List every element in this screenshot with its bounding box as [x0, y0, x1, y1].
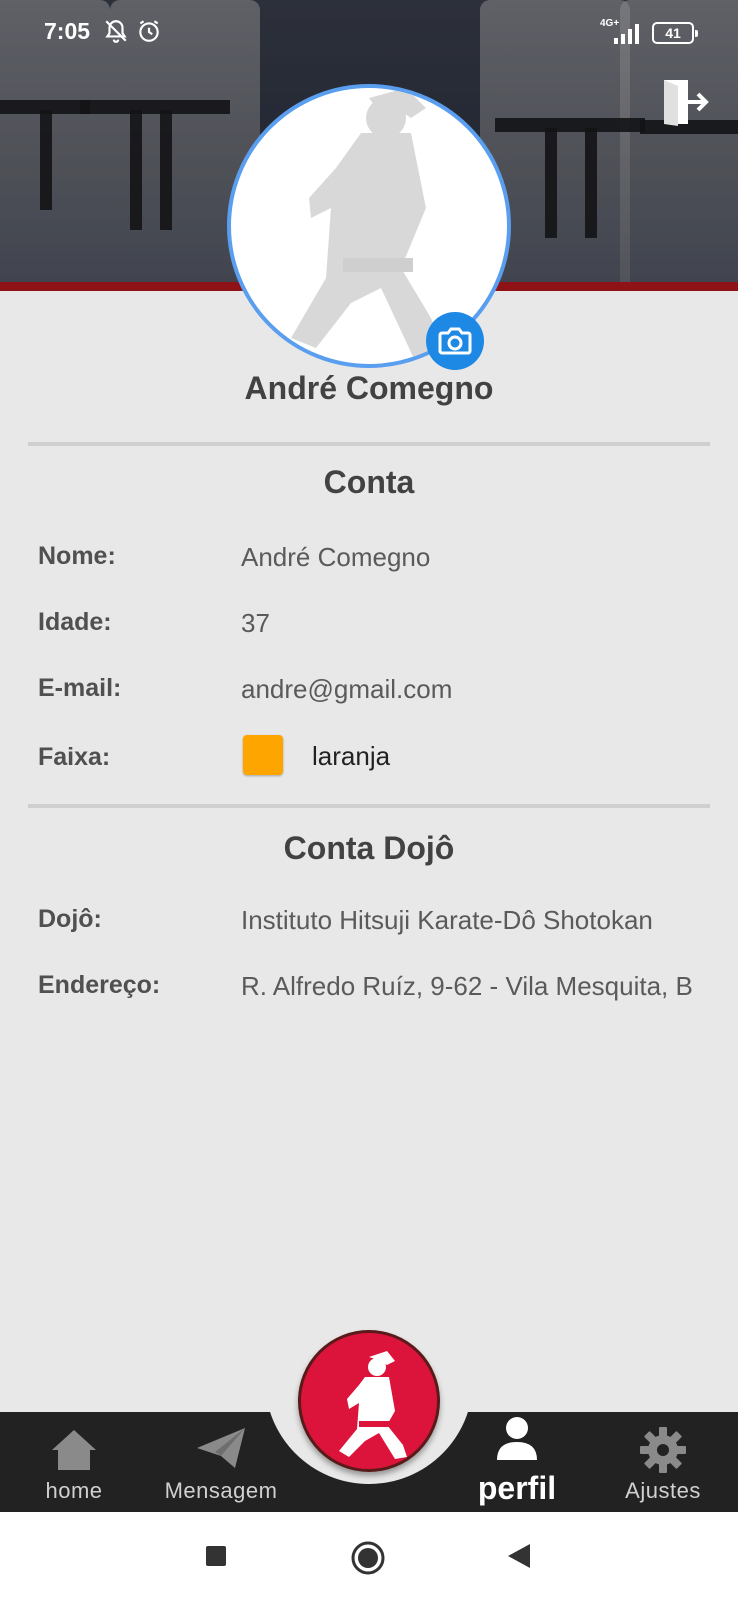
camera-icon [438, 327, 472, 355]
field-label-address: Endereço: [38, 971, 161, 999]
field-value-belt: laranja [312, 741, 391, 771]
paper-plane-icon [197, 1428, 245, 1468]
system-navigation-bar [0, 1512, 738, 1600]
home-icon [52, 1430, 96, 1470]
field-value-dojo: Instituto Hitsuji Karate-Dô Shotokan [241, 905, 653, 935]
center-action-button[interactable] [298, 1330, 440, 1472]
field-label-dojo: Dojô: [38, 905, 102, 933]
nav-item-home[interactable]: home [4, 1420, 144, 1512]
recents-button-icon[interactable] [204, 1544, 228, 1568]
gear-icon [640, 1427, 686, 1473]
field-value-name: André Comegno [241, 542, 431, 572]
divider [28, 804, 710, 808]
profile-name: André Comegno [244, 370, 494, 406]
field-label-email: E-mail: [38, 674, 122, 702]
back-button-icon[interactable] [506, 1542, 532, 1570]
field-label-belt: Faixa: [38, 743, 111, 771]
nav-item-profile[interactable]: perfil [447, 1417, 587, 1512]
nav-label-settings: Ajustes [625, 1478, 701, 1503]
profile-screen: 7:05 4G+ 41 André Comegno Conta Nome: An… [0, 0, 738, 1600]
field-label-age: Idade: [38, 608, 112, 636]
person-icon [497, 1417, 537, 1460]
dojo-section-title: Conta Dojô [283, 830, 455, 866]
field-label-name: Nome: [38, 542, 116, 570]
field-value-email: andre@gmail.com [241, 674, 453, 704]
logout-icon[interactable] [660, 78, 710, 126]
change-photo-button[interactable] [426, 312, 484, 370]
belt-color-swatch [243, 735, 283, 775]
account-section-title: Conta [323, 464, 415, 500]
home-button-icon[interactable] [350, 1540, 386, 1576]
nav-label-profile: perfil [477, 1470, 557, 1506]
bell-off-icon [105, 20, 127, 43]
nav-label-home: home [45, 1478, 103, 1503]
field-value-age: 37 [241, 608, 270, 638]
status-time: 7:05 [44, 18, 91, 44]
field-value-address: R. Alfredo Ruíz, 9-62 - Vila Mesquita, B [241, 971, 693, 1001]
battery-level: 41 [665, 25, 681, 41]
karate-fighter-icon [339, 1351, 407, 1459]
nav-label-messages: Mensagem [164, 1478, 278, 1503]
nav-item-settings[interactable]: Ajustes [593, 1420, 733, 1512]
nav-item-messages[interactable]: Mensagem [151, 1420, 291, 1512]
alarm-icon [139, 20, 159, 42]
status-bar: 7:05 4G+ 41 [0, 0, 738, 64]
signal-icon [612, 22, 642, 44]
battery-icon: 41 [652, 22, 698, 44]
divider [28, 442, 710, 446]
